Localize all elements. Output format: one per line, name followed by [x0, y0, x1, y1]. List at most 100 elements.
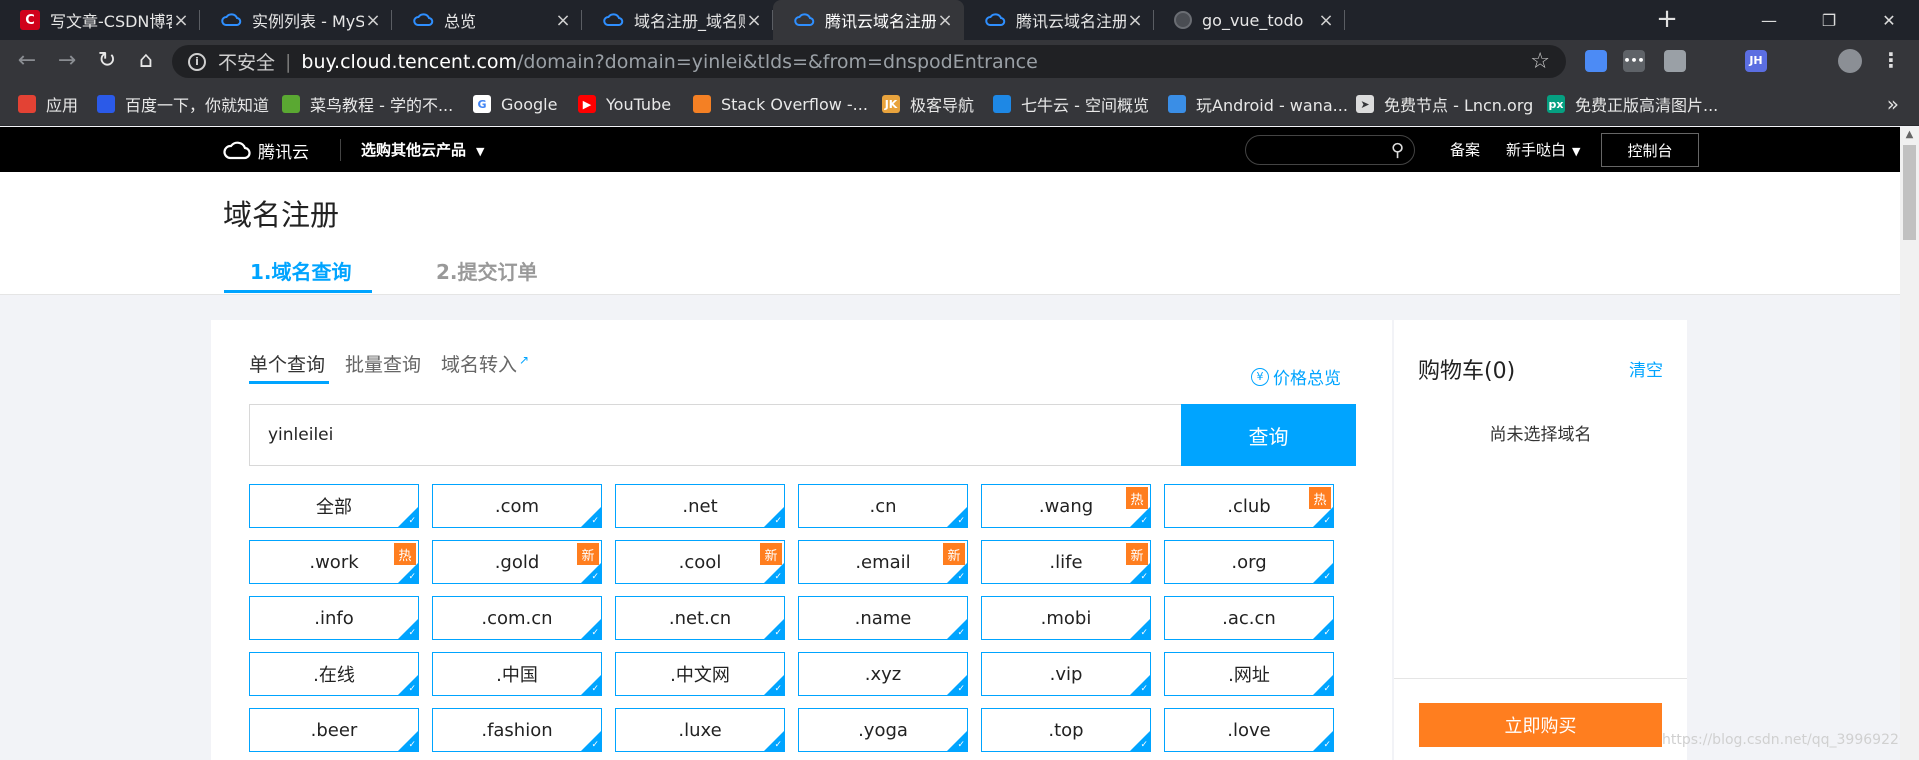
tld-option[interactable]: .中文网 ✓ — [615, 652, 785, 696]
browser-tab[interactable]: 总览 × — [392, 0, 582, 40]
maximize-icon[interactable]: ❐ — [1799, 0, 1859, 40]
home-icon[interactable]: ⌂ — [131, 46, 161, 76]
shopping-cart-panel: 购物车(0) 清空 尚未选择域名 立即购买 — [1394, 320, 1687, 760]
tab-single-query[interactable]: 单个查询 — [249, 350, 325, 377]
price-overview-link[interactable]: ¥ 价格总览 — [1251, 364, 1341, 389]
bookmark-item[interactable]: Stack Overflow -... — [693, 82, 868, 126]
reload-icon[interactable]: ↻ — [92, 46, 122, 76]
browser-tab[interactable]: 域名注册_域名购买、申× — [582, 0, 773, 40]
tld-option[interactable]: .info ✓ — [249, 596, 419, 640]
check-icon: ✓ — [774, 516, 782, 526]
browser-tab[interactable]: C 写文章-CSDN博客 × — [0, 0, 200, 40]
scroll-thumb[interactable] — [1903, 145, 1916, 240]
tld-option[interactable]: .在线 ✓ — [249, 652, 419, 696]
browser-tab[interactable]: 实例列表 - MySQL - 云× — [200, 0, 392, 40]
tld-option[interactable]: .xyz ✓ — [798, 652, 968, 696]
stackoverflow-icon — [693, 95, 711, 113]
tld-option[interactable]: 全部 ✓ — [249, 484, 419, 528]
tld-label: .中文网 — [670, 665, 730, 686]
tld-option[interactable]: .work ✓ 热 — [249, 540, 419, 584]
target-extension-icon[interactable] — [1784, 50, 1806, 72]
back-arrow-icon[interactable]: ← — [12, 46, 42, 76]
new-tab-plus-icon[interactable]: + — [1652, 5, 1682, 35]
query-button[interactable]: 查询 — [1181, 404, 1356, 466]
tld-option[interactable]: .beer ✓ — [249, 708, 419, 752]
scroll-up-arrow-icon[interactable]: ▲ — [1900, 129, 1919, 140]
forward-arrow-icon[interactable]: → — [52, 46, 82, 76]
tld-option[interactable]: .网址 ✓ — [1164, 652, 1334, 696]
search-icon[interactable]: ⚲ — [1391, 140, 1404, 161]
tld-option[interactable]: .mobi ✓ — [981, 596, 1151, 640]
bookmark-item[interactable]: ▶ YouTube — [578, 82, 671, 126]
newbie-menu[interactable]: 新手哒白 ▼ — [1506, 139, 1580, 160]
tld-option[interactable]: .net ✓ — [615, 484, 785, 528]
beian-link[interactable]: 备案 — [1450, 139, 1480, 160]
bookmarks-overflow-icon[interactable]: » — [1887, 92, 1899, 116]
colorful-extension-icon[interactable] — [1585, 50, 1607, 72]
bookmark-item[interactable]: 玩Android - wana... — [1168, 82, 1348, 126]
info-icon[interactable]: i — [188, 52, 206, 71]
address-bar[interactable]: i 不安全 | buy.cloud.tencent.com/domain?dom… — [172, 45, 1566, 78]
domain-search-input[interactable] — [249, 404, 1182, 466]
bookmark-star-icon[interactable]: ☆ — [1530, 49, 1550, 74]
bookmark-item[interactable]: JK 极客导航 — [882, 82, 974, 126]
site-search-input[interactable]: ⚲ — [1245, 135, 1415, 165]
tld-option[interactable]: .com ✓ — [432, 484, 602, 528]
tld-option[interactable]: .top ✓ — [981, 708, 1151, 752]
close-icon[interactable]: × — [172, 10, 190, 31]
tld-option[interactable]: .name ✓ — [798, 596, 968, 640]
tld-option[interactable]: .net.cn ✓ — [615, 596, 785, 640]
react-devtools-icon[interactable] — [1705, 50, 1727, 72]
bookmark-item[interactable]: 七牛云 - 空间概览 — [993, 82, 1149, 126]
page-scrollbar[interactable]: ▲ — [1900, 127, 1919, 760]
tld-option[interactable]: .luxe ✓ — [615, 708, 785, 752]
tld-option[interactable]: .wang ✓ 热 — [981, 484, 1151, 528]
tab-domain-transfer[interactable]: 域名转入 ↗ — [441, 350, 529, 377]
brand-name: 腾讯云 — [258, 143, 309, 163]
close-icon[interactable]: × — [554, 10, 572, 31]
tld-option[interactable]: .org ✓ — [1164, 540, 1334, 584]
tld-option[interactable]: .cool ✓ 新 — [615, 540, 785, 584]
tld-option[interactable]: .gold ✓ 新 — [432, 540, 602, 584]
tld-option[interactable]: .life ✓ 新 — [981, 540, 1151, 584]
tld-option[interactable]: .fashion ✓ — [432, 708, 602, 752]
tld-option[interactable]: .club ✓ 热 — [1164, 484, 1334, 528]
tld-option[interactable]: .ac.cn ✓ — [1164, 596, 1334, 640]
bookmark-item[interactable]: px 免费正版高清图片... — [1547, 82, 1718, 126]
dots-extension-icon[interactable]: ••• — [1623, 50, 1645, 72]
tld-option[interactable]: .love ✓ — [1164, 708, 1334, 752]
tld-option[interactable]: .中国 ✓ — [432, 652, 602, 696]
tld-option[interactable]: .cn ✓ — [798, 484, 968, 528]
products-menu[interactable]: 选购其他云产品 ▼ — [361, 139, 484, 160]
bookmark-item[interactable]: G Google — [473, 82, 557, 126]
step-domain-query[interactable]: 1.域名查询 — [250, 256, 352, 285]
close-icon[interactable]: × — [745, 10, 763, 31]
close-window-icon[interactable]: ✕ — [1859, 0, 1919, 40]
browser-tab[interactable]: 腾讯云域名注册 - 值得× — [773, 0, 964, 40]
close-icon[interactable]: × — [364, 10, 382, 31]
cart-clear-link[interactable]: 清空 — [1629, 356, 1663, 381]
browser-tab[interactable]: go_vue_todo × — [1154, 0, 1345, 40]
minimize-icon[interactable]: — — [1739, 0, 1799, 40]
bookmark-item[interactable]: 应用 — [18, 82, 78, 126]
browser-tab[interactable]: 腾讯云域名注册 - 值得× — [964, 0, 1154, 40]
tld-option[interactable]: .email ✓ 新 — [798, 540, 968, 584]
bookmark-label: Google — [501, 94, 558, 114]
jsonhandle-icon[interactable]: JH — [1745, 50, 1767, 72]
browser-menu-icon[interactable]: ⋮ — [1880, 50, 1902, 72]
buy-now-button[interactable]: 立即购买 — [1419, 703, 1662, 747]
close-icon[interactable]: × — [1317, 10, 1335, 31]
close-icon[interactable]: × — [936, 10, 954, 31]
console-button[interactable]: 控制台 — [1601, 133, 1699, 167]
profile-avatar[interactable] — [1838, 49, 1862, 73]
tld-option[interactable]: .com.cn ✓ — [432, 596, 602, 640]
vue-devtools-icon[interactable] — [1664, 50, 1686, 72]
bookmark-item[interactable]: ➤ 免费节点 - Lncn.org — [1356, 82, 1533, 126]
tab-batch-query[interactable]: 批量查询 — [345, 350, 421, 377]
close-icon[interactable]: × — [1126, 10, 1144, 31]
bookmark-item[interactable]: 菜鸟教程 - 学的不... — [282, 82, 453, 126]
bookmark-item[interactable]: 百度一下，你就知道 — [97, 82, 269, 126]
tencent-cloud-logo[interactable]: 腾讯云 — [222, 138, 309, 163]
tld-option[interactable]: .vip ✓ — [981, 652, 1151, 696]
tld-option[interactable]: .yoga ✓ — [798, 708, 968, 752]
